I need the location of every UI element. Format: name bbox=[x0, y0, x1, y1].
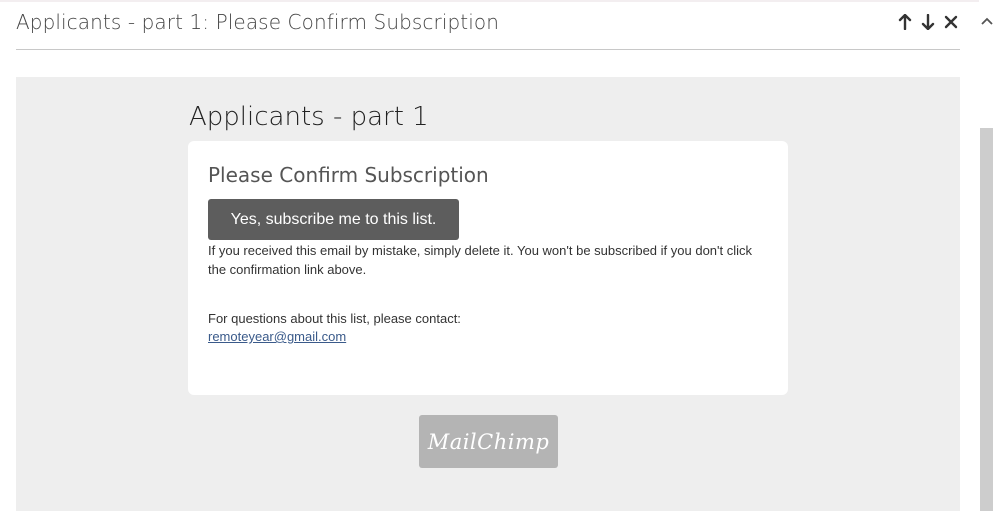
vertical-scrollbar[interactable] bbox=[979, 0, 994, 511]
contact-email-link[interactable]: remoteyear@gmail.com bbox=[208, 327, 346, 346]
arrow-up-icon bbox=[898, 14, 911, 30]
arrow-down-icon bbox=[921, 14, 934, 30]
previous-message-button[interactable] bbox=[895, 12, 914, 32]
mistake-notice: If you received this email by mistake, s… bbox=[208, 243, 753, 277]
subscribe-confirm-button[interactable]: Yes, subscribe me to this list. bbox=[208, 199, 459, 240]
scrollbar-thumb[interactable] bbox=[980, 128, 993, 511]
list-name-heading: Applicants - part 1 bbox=[189, 102, 429, 132]
header-actions bbox=[895, 12, 960, 32]
email-body: Applicants - part 1 Please Confirm Subsc… bbox=[16, 77, 960, 511]
close-icon bbox=[944, 15, 957, 29]
next-message-button[interactable] bbox=[918, 12, 937, 32]
contact-prompt: For questions about this list, please co… bbox=[208, 311, 461, 326]
close-message-button[interactable] bbox=[941, 12, 960, 32]
confirmation-card: Please Confirm Subscription Yes, subscri… bbox=[188, 141, 788, 395]
mailchimp-badge[interactable]: MailChimp bbox=[419, 415, 558, 468]
mailchimp-logo-text: MailChimp bbox=[427, 429, 550, 454]
chevron-up-icon bbox=[980, 17, 993, 25]
message-subject: Applicants - part 1: Please Confirm Subs… bbox=[16, 10, 500, 34]
message-header: Applicants - part 1: Please Confirm Subs… bbox=[16, 0, 960, 50]
scroll-up-button[interactable] bbox=[979, 12, 994, 30]
card-title: Please Confirm Subscription bbox=[208, 163, 489, 187]
